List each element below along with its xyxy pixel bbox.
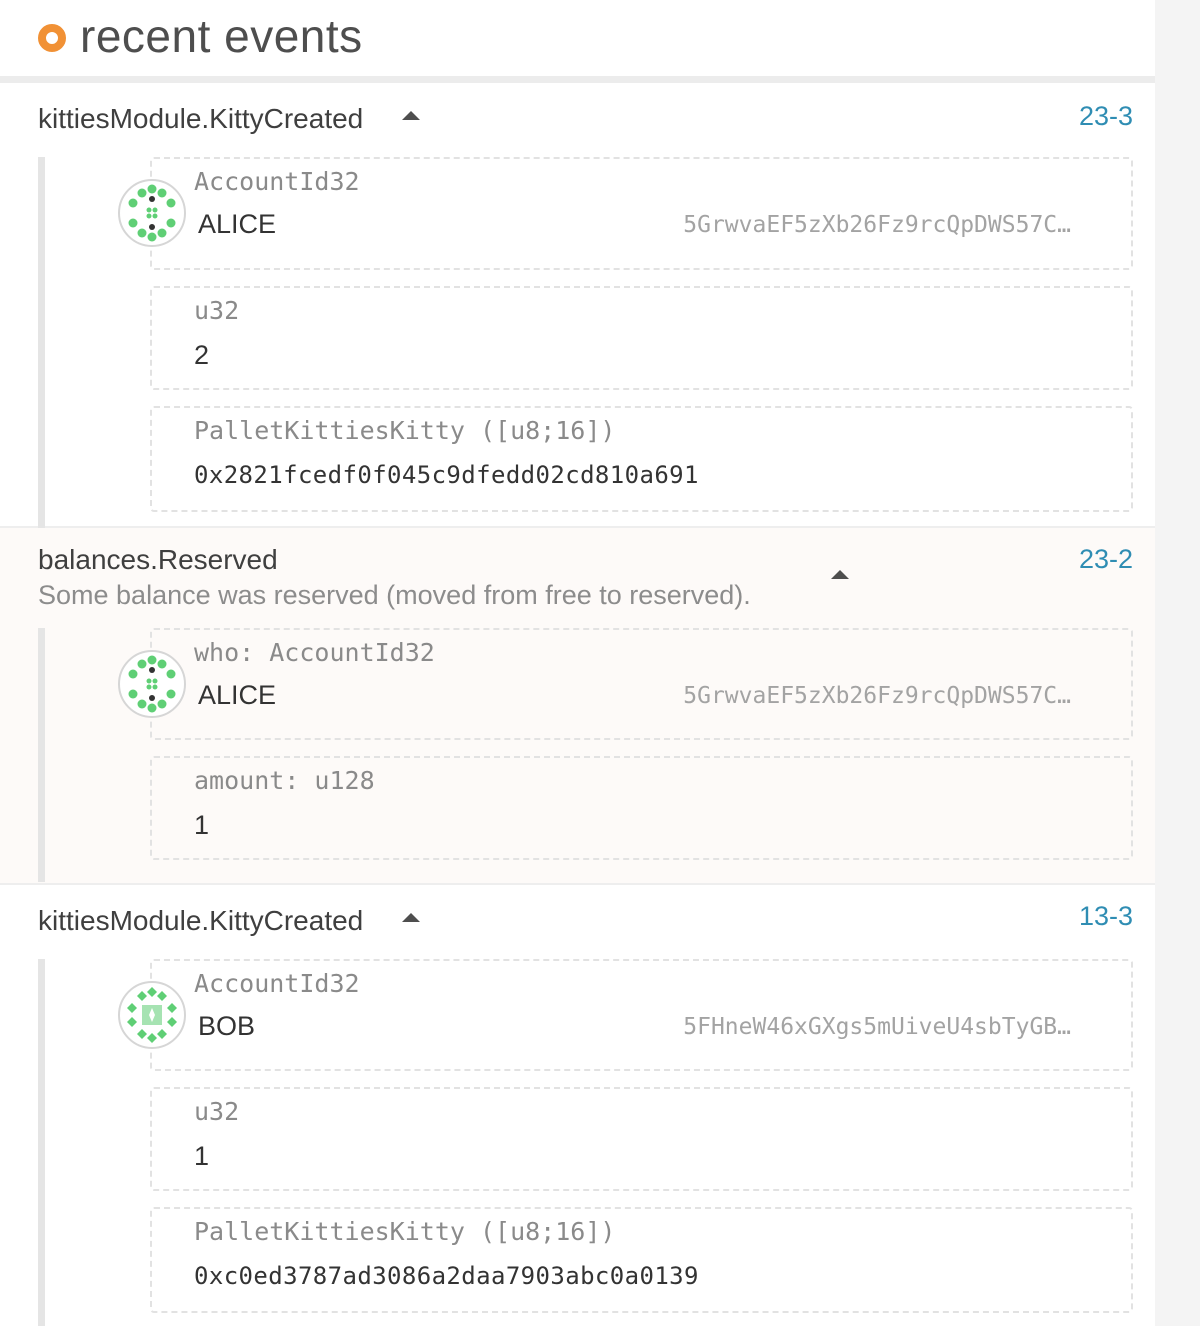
param-type-label: PalletKittiesKitty ([u8;16]) [194,1217,616,1246]
event-header[interactable]: kittiesModule.KittyCreated 13-3 [0,885,1155,939]
recent-events-panel: recent events kittiesModule.KittyCreated… [0,0,1155,1326]
section-header: recent events [0,0,1155,76]
param-account: who: AccountId32 ALICE 5GrwvaEF5zXb26Fz9… [118,628,1133,740]
param-type-label: who: AccountId32 [194,638,435,667]
param-type-label: amount: u128 [194,766,375,795]
param-value: u32 2 [150,286,1133,390]
param-type-label: AccountId32 [194,167,360,196]
caret-up-icon[interactable] [402,111,420,120]
event-params: AccountId32 BOB 5FHneW46xGXgs5mUiveU4sbT… [38,959,1155,1326]
event-name: balances.Reserved [38,544,278,575]
account-address[interactable]: 5FHneW46xGXgs5mUiveU4sbTyGB… [683,1014,1071,1040]
param-value: PalletKittiesKitty ([u8;16]) 0x2821fcedf… [150,406,1133,512]
event-description: Some balance was reserved (moved from fr… [38,580,751,610]
param-value-text: 0xc0ed3787ad3086a2daa7903abc0a0139 [194,1262,699,1290]
caret-up-icon[interactable] [402,913,420,922]
identicon-graphic [128,184,176,242]
account-name: ALICE [198,209,277,239]
polkadot-identicon-icon[interactable] [118,179,186,247]
page-gutter [1155,0,1200,1326]
param-value-text: 2 [194,340,210,370]
section-title: recent events [80,10,363,62]
event-header[interactable]: kittiesModule.KittyCreated 23-3 [0,83,1155,137]
event-row[interactable]: balances.Reserved Some balance was reser… [0,528,1155,885]
event-id-link[interactable]: 23-3 [1079,101,1133,132]
event-id-link[interactable]: 13-3 [1079,901,1133,932]
param-value: PalletKittiesKitty ([u8;16]) 0xc0ed3787a… [150,1207,1133,1313]
identicon-graphic [128,655,176,713]
account-row: ALICE 5GrwvaEF5zXb26Fz9rcQpDWS57C… [194,209,1089,240]
account-name: BOB [198,1011,256,1041]
param-account: AccountId32 BOB 5FHneW46xGXgs5mUiveU4sbT… [118,959,1133,1071]
event-id-link[interactable]: 23-2 [1079,544,1133,575]
caret-up-icon[interactable] [831,570,849,579]
polkadot-identicon-icon[interactable] [118,650,186,718]
identicon-graphic [127,987,177,1043]
event-header[interactable]: balances.Reserved Some balance was reser… [0,528,1155,612]
event-name: kittiesModule.KittyCreated [38,905,364,936]
param-type-label: AccountId32 [194,969,360,998]
param-value-text: 0x2821fcedf0f045c9dfedd02cd810a691 [194,461,699,489]
param-value-text: 1 [194,810,210,840]
event-row[interactable]: kittiesModule.KittyCreated 13-3 AccountI… [0,885,1155,1326]
param-type-label: u32 [194,296,240,325]
param-account: AccountId32 ALICE 5GrwvaEF5zXb26Fz9rcQpD… [118,157,1133,270]
account-name: ALICE [198,680,277,710]
param-type-label: u32 [194,1097,240,1126]
event-row[interactable]: kittiesModule.KittyCreated 23-3 AccountI… [0,83,1155,532]
param-value-text: 1 [194,1141,210,1171]
account-row: ALICE 5GrwvaEF5zXb26Fz9rcQpDWS57C… [194,680,1089,711]
param-type-label: PalletKittiesKitty ([u8;16]) [194,416,616,445]
header-divider [0,76,1155,83]
orange-ring-icon [38,24,66,52]
event-params: AccountId32 ALICE 5GrwvaEF5zXb26Fz9rcQpD… [38,157,1155,532]
param-value: u32 1 [150,1087,1133,1191]
event-params: who: AccountId32 ALICE 5GrwvaEF5zXb26Fz9… [38,628,1155,882]
polkadot-identicon-icon[interactable] [118,981,186,1049]
account-row: BOB 5FHneW46xGXgs5mUiveU4sbTyGB… [194,1011,1089,1042]
event-name: kittiesModule.KittyCreated [38,103,364,134]
account-address[interactable]: 5GrwvaEF5zXb26Fz9rcQpDWS57C… [683,683,1071,709]
param-value: amount: u128 1 [150,756,1133,860]
account-address[interactable]: 5GrwvaEF5zXb26Fz9rcQpDWS57C… [683,212,1071,238]
